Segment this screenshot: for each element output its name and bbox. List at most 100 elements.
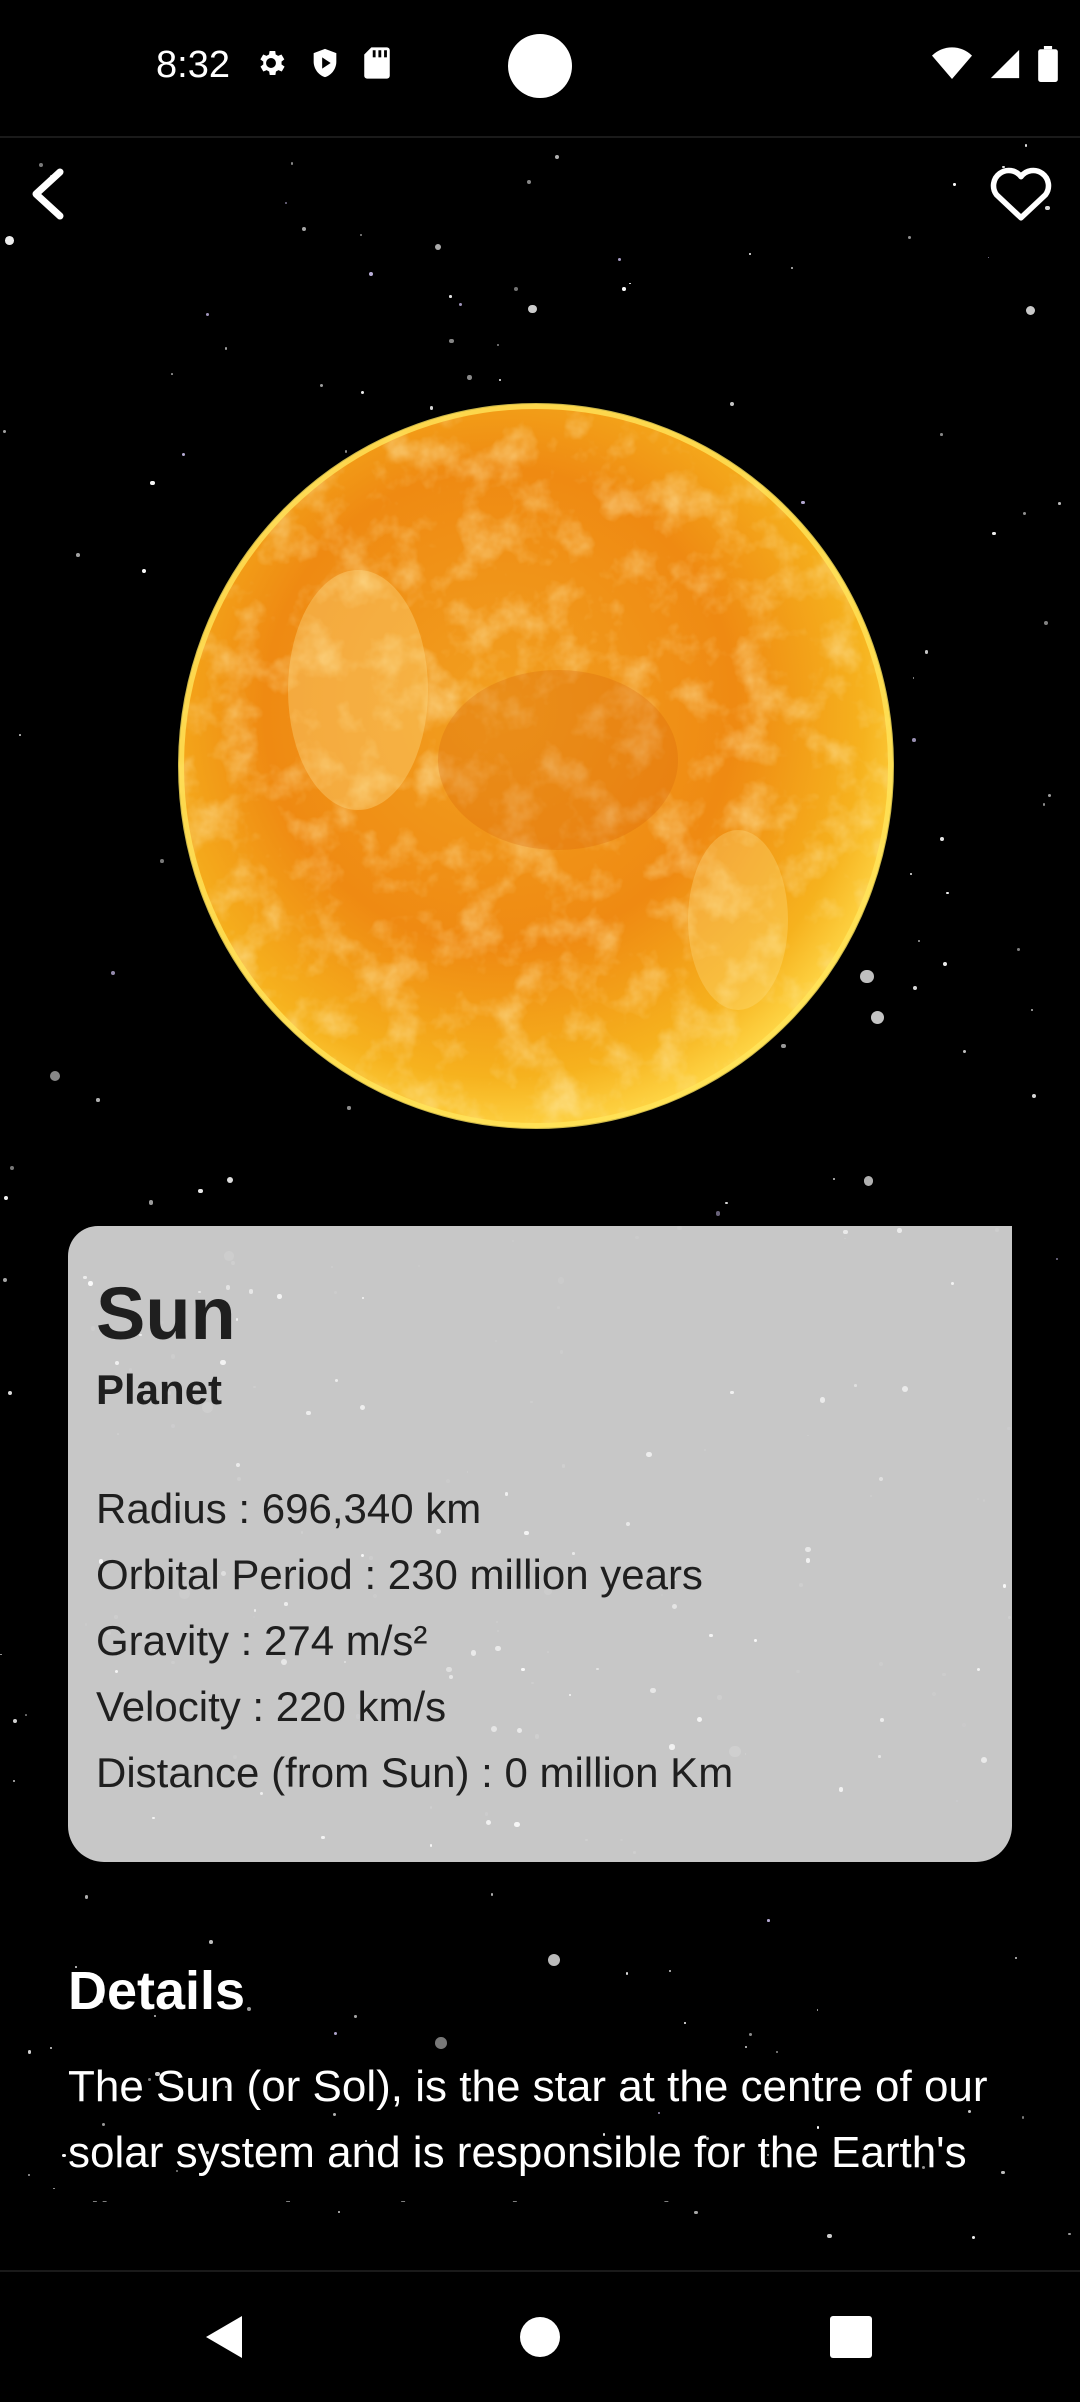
status-right-icons <box>932 46 1058 82</box>
back-button[interactable] <box>22 158 78 228</box>
star <box>1021 2116 1025 2119</box>
star <box>62 2153 66 2157</box>
star <box>12 1719 17 1724</box>
status-left-icons <box>254 46 392 80</box>
star <box>683 2022 686 2025</box>
fact-gravity: Gravity : 274 m/s² <box>96 1617 428 1664</box>
planet-type: Planet <box>96 1366 223 1413</box>
heart-outline-icon <box>990 167 1052 221</box>
star <box>1024 144 1028 147</box>
card-star <box>83 1275 87 1280</box>
star <box>1047 793 1052 798</box>
star <box>2 1278 7 1283</box>
star <box>939 433 943 436</box>
star <box>912 737 917 742</box>
card-star <box>152 1817 155 1820</box>
star <box>27 2173 30 2176</box>
star <box>27 2049 32 2054</box>
star <box>1025 305 1035 316</box>
star <box>319 383 324 388</box>
star <box>946 891 950 895</box>
details-heading: Details <box>68 1961 246 2021</box>
star <box>5 236 15 246</box>
star <box>832 1177 836 1180</box>
star <box>971 2235 976 2240</box>
star <box>499 378 502 381</box>
battery-icon <box>1038 46 1058 82</box>
favorite-button[interactable] <box>986 158 1056 228</box>
star <box>1043 621 1048 626</box>
nav-recents-button[interactable] <box>816 2302 886 2372</box>
star <box>912 677 915 679</box>
gear-icon <box>260 50 285 76</box>
card-star <box>514 1821 521 1828</box>
star <box>547 1953 561 1967</box>
star <box>496 343 500 347</box>
star <box>617 257 622 261</box>
star <box>2 429 7 434</box>
planet-facts: Radius : 696,340 km Orbital Period : 230… <box>96 1476 984 1806</box>
star <box>1031 1009 1034 1012</box>
star <box>360 390 364 395</box>
star <box>96 1098 100 1102</box>
star <box>246 2006 251 2011</box>
star <box>359 234 362 237</box>
star <box>909 872 912 876</box>
card-star <box>235 1462 240 1467</box>
star <box>9 1166 14 1171</box>
fact-velocity: Velocity : 220 km/s <box>96 1683 447 1730</box>
star <box>987 256 990 259</box>
star <box>7 1390 13 1396</box>
star <box>767 1918 770 1922</box>
star <box>171 372 174 375</box>
star <box>53 2187 55 2190</box>
card-star <box>430 1844 433 1847</box>
star <box>19 734 22 736</box>
card-star <box>1002 1584 1007 1588</box>
star <box>458 303 462 307</box>
star <box>449 338 454 344</box>
star <box>209 1940 213 1944</box>
star <box>554 154 559 159</box>
nav-back-button[interactable] <box>190 2302 260 2372</box>
star <box>490 1893 494 1897</box>
star <box>668 1969 672 1973</box>
fact-radius: Radius : 696,340 km <box>96 1485 482 1532</box>
star <box>435 243 442 251</box>
star <box>160 858 165 863</box>
card-star <box>486 1819 492 1826</box>
star <box>1031 1094 1037 1099</box>
star <box>1068 2232 1071 2236</box>
star <box>1042 803 1046 807</box>
star <box>337 2210 340 2213</box>
star <box>863 1176 874 1186</box>
star <box>150 481 155 486</box>
status-time: 8:32 <box>156 44 230 86</box>
fact-orbital-period: Orbital Period : 230 million years <box>96 1551 703 1598</box>
planet-name: Sun <box>96 1272 236 1355</box>
star <box>1055 1257 1058 1260</box>
camera-cutout <box>508 34 572 98</box>
card-star <box>88 1281 93 1286</box>
wifi-icon <box>932 47 972 79</box>
star <box>942 961 947 966</box>
fact-distance: Distance (from Sun) : 0 million Km <box>96 1749 734 1796</box>
star <box>369 271 374 276</box>
star <box>917 939 921 943</box>
star <box>827 2233 832 2239</box>
star <box>50 1070 60 1081</box>
star <box>12 1779 15 1782</box>
star <box>693 2210 698 2215</box>
star <box>149 1200 154 1205</box>
nav-home-button[interactable] <box>505 2302 575 2372</box>
star <box>198 1188 203 1194</box>
card-star <box>646 1451 653 1458</box>
star <box>205 312 210 317</box>
star <box>449 295 452 298</box>
star <box>816 2009 819 2011</box>
star <box>526 180 531 185</box>
star <box>141 568 147 573</box>
status-bar: 8:32 <box>0 0 1080 138</box>
star <box>354 2015 357 2018</box>
sd-card-icon <box>364 47 390 79</box>
